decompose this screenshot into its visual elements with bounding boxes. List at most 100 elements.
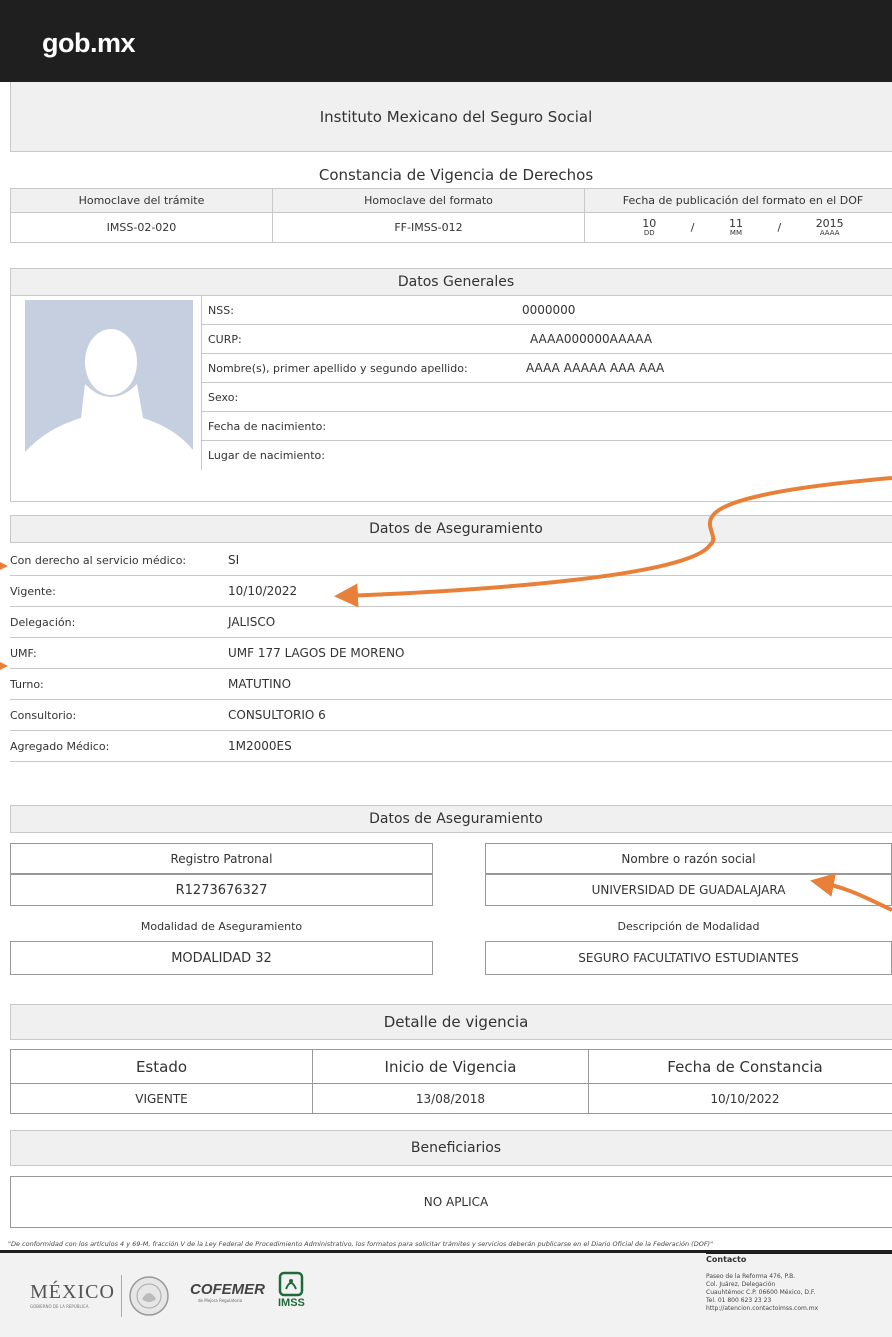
field-value: 1M2000ES — [228, 739, 292, 753]
datos-aseguramiento-header: Datos de Aseguramiento — [10, 515, 892, 543]
list-item: UMF: UMF 177 LAGOS DE MORENO — [10, 638, 892, 669]
list-item: Delegación: JALISCO — [10, 607, 892, 638]
fecha-separator: / — [690, 221, 695, 234]
contact-info: Paseo de la Reforma 476, P.B. Col. Juáre… — [706, 1273, 818, 1313]
fecha-aaaa-label: AAAA — [819, 229, 840, 237]
national-seal-icon — [129, 1276, 169, 1316]
profile-photo-placeholder — [25, 300, 193, 470]
fecha-dd-label: DD — [643, 229, 655, 237]
field-label: Nombre(s), primer apellido y segundo ape… — [208, 361, 468, 375]
homoclave-tramite-value: IMSS-02-020 — [10, 212, 273, 243]
estado-value: VIGENTE — [10, 1083, 313, 1114]
field-label: Turno: — [10, 677, 44, 691]
field-label: NSS: — [208, 303, 234, 317]
cofemer-logo-text: COFEMER — [190, 1281, 265, 1298]
contact-line: Cuauhtémoc C.P. 06600 México, D.F. — [706, 1289, 816, 1296]
section-title: Datos Generales — [397, 274, 515, 290]
divider — [121, 1275, 122, 1317]
imss-eagle-icon — [279, 1271, 304, 1297]
field-value: CONSULTORIO 6 — [228, 708, 326, 722]
field-value: AAAA AAAAA AAA AAA — [526, 361, 665, 375]
datos-generales-box: NSS: 0000000 CURP: AAAA000000AAAAA Nombre(… — [10, 296, 892, 502]
detalle-vigencia-table: Estado Inicio de Vigencia Fecha de Const… — [10, 1049, 892, 1114]
beneficiarios-box: NO APLICA — [10, 1176, 892, 1228]
registro-patronal-label-box: Registro Patronal — [10, 843, 433, 874]
modalidad-value-box: MODALIDAD 32 — [10, 941, 433, 975]
contact-line: Paseo de la Reforma 476, P.B. — [706, 1273, 796, 1280]
modalidad-value: MODALIDAD 32 — [171, 950, 272, 966]
section-title: Beneficiarios — [410, 1140, 502, 1156]
beneficiarios-header: Beneficiarios — [10, 1130, 892, 1166]
cofemer-logo[interactable]: COFEMER de Mejora Regulatoria — [190, 1281, 265, 1303]
section-title: Detalle de vigencia — [383, 1013, 529, 1031]
field-label: UMF: — [10, 646, 37, 660]
field-value: 10/10/2022 — [228, 584, 298, 598]
contact-title: Contacto — [706, 1255, 747, 1264]
datos-generales-rows: NSS: 0000000 CURP: AAAA000000AAAAA Nombre(… — [201, 296, 892, 470]
descripcion-value: SEGURO FACULTATIVO ESTUDIANTES — [578, 951, 799, 965]
mexico-logo[interactable]: MÉXICO GOBIERNO DE LA REPÚBLICA — [30, 1281, 115, 1309]
razon-social-value: UNIVERSIDAD DE GUADALAJARA — [591, 883, 786, 897]
list-item: Vigente: 10/10/2022 — [10, 576, 892, 607]
field-value: JALISCO — [228, 615, 276, 629]
cofemer-logo-subtext: de Mejora Regulatoria — [198, 1298, 243, 1303]
contact-line: Tel. 01 800 623 23 23 — [706, 1297, 772, 1304]
fecha-separator: / — [777, 221, 782, 234]
list-item: Con derecho al servicio médico: SI — [10, 545, 892, 576]
list-item: NSS: 0000000 — [201, 296, 892, 325]
annotation-arrow-tip — [0, 662, 8, 670]
contact-link[interactable]: http://atencion.contactoimss.com.mx — [706, 1305, 818, 1313]
fecha-aaaa: 2015 — [815, 217, 844, 230]
imss-logo[interactable]: IMSS — [278, 1271, 305, 1309]
field-label: CURP: — [208, 332, 242, 346]
field-value: AAAA000000AAAAA — [530, 332, 653, 346]
list-item: Fecha de nacimiento: — [201, 412, 892, 441]
list-item: Lugar de nacimiento: — [201, 441, 892, 470]
fecha-mm-label: MM — [729, 229, 743, 237]
imss-logo-text: IMSS — [278, 1297, 305, 1309]
fecha-dof-value: 10 DD / 11 MM / 2015 AAAA — [584, 212, 892, 243]
field-value: SI — [228, 553, 240, 567]
field-value: MATUTINO — [228, 677, 292, 691]
descripcion-label: Descripción de Modalidad — [617, 920, 760, 933]
fecha-mm: 11 — [728, 217, 743, 230]
homoclave-tramite-header: Homoclave del trámite — [10, 188, 273, 213]
legal-note: "De conformidad con los artículos 4 y 69… — [8, 1240, 714, 1248]
homoclave-formato-value: FF-IMSS-012 — [272, 212, 585, 243]
registro-patronal-label: Registro Patronal — [170, 851, 273, 866]
field-label: Lugar de nacimiento: — [208, 449, 325, 462]
descripcion-value-box: SEGURO FACULTATIVO ESTUDIANTES — [485, 941, 892, 975]
fecha-dof-header: Fecha de publicación del formato en el D… — [584, 188, 892, 213]
field-label: Agregado Médico: — [10, 739, 110, 753]
top-bar: gob.mx — [0, 0, 892, 82]
list-item: Sexo: — [201, 383, 892, 412]
field-label: Con derecho al servicio médico: — [10, 553, 187, 567]
field-label: Fecha de nacimiento: — [208, 419, 327, 433]
institute-banner: Instituto Mexicano del Seguro Social — [10, 82, 892, 152]
fecha-constancia-header: Fecha de Constancia — [588, 1049, 892, 1084]
list-item: CURP: AAAA000000AAAAA — [201, 325, 892, 354]
registro-patronal-value-box: R1273676327 — [10, 874, 433, 906]
section-title: Datos de Aseguramiento — [369, 811, 543, 827]
avatar-silhouette-icon — [25, 300, 193, 470]
gobmx-logo[interactable]: gob.mx — [42, 28, 136, 59]
list-item: Nombre(s), primer apellido y segundo ape… — [201, 354, 892, 383]
footer: MÉXICO GOBIERNO DE LA REPÚBLICA COFEMER … — [0, 1250, 892, 1337]
field-label: Vigente: — [10, 584, 56, 598]
fecha-dd: 10 — [642, 217, 657, 230]
list-item: Agregado Médico: 1M2000ES — [10, 731, 892, 762]
homoclave-table: Homoclave del trámite Homoclave del form… — [10, 188, 892, 243]
field-label: Sexo: — [208, 390, 239, 404]
document-title: Constancia de Vigencia de Derechos — [318, 166, 594, 184]
registro-patronal-value: R1273676327 — [175, 882, 268, 898]
razon-social-value-box: UNIVERSIDAD DE GUADALAJARA — [485, 874, 892, 906]
estado-header: Estado — [10, 1049, 313, 1084]
inicio-vigencia-value: 13/08/2018 — [312, 1083, 589, 1114]
mexico-logo-subtext: GOBIERNO DE LA REPÚBLICA — [30, 1304, 89, 1309]
field-value: UMF 177 LAGOS DE MORENO — [228, 646, 405, 660]
beneficiarios-value: NO APLICA — [423, 1195, 489, 1209]
annotation-arrow-tip — [0, 562, 8, 570]
razon-social-label-box: Nombre o razón social — [485, 843, 892, 874]
contact-line: Col. Juárez, Delegación — [706, 1281, 776, 1288]
modalidad-label: Modalidad de Aseguramiento — [140, 920, 303, 933]
